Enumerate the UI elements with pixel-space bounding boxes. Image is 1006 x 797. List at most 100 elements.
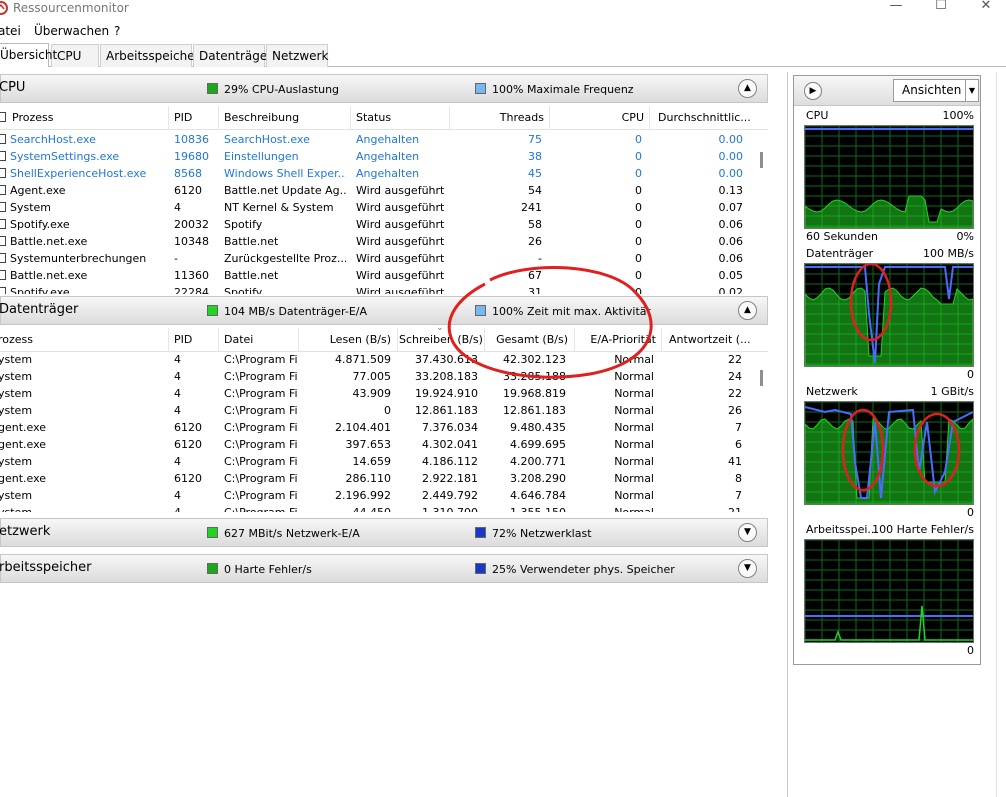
col-disk-read[interactable]: Lesen (B/s)	[300, 333, 391, 346]
close-button[interactable]: ✕	[963, 0, 1006, 16]
tab-memory[interactable]: Arbeitsspeicher	[100, 44, 200, 67]
disk-write: 4.186.112	[422, 455, 478, 468]
process-average-cpu: 0.06	[718, 235, 744, 248]
row-checkbox[interactable]	[0, 219, 6, 229]
cpu-table-scrollbar[interactable]	[758, 130, 766, 294]
window-scrollbar[interactable]	[996, 72, 1006, 797]
disk-read: 43.909	[352, 387, 392, 400]
disk-graph-max: 100 MB/s	[923, 247, 974, 260]
col-cpu[interactable]: CPU	[555, 111, 644, 124]
process-description: SearchHost.exe	[224, 133, 310, 146]
table-row[interactable]: gent.exe 6120 C:\Program Fi... 397.653 4.302…	[0, 436, 756, 453]
table-row[interactable]: ShellExperienceHost.exe 8568 Windows Shell…	[0, 165, 756, 182]
col-disk-file[interactable]: Datei	[224, 333, 253, 346]
process-pid: 10348	[174, 235, 209, 248]
memory-usage-swatch	[475, 563, 486, 574]
disk-process-name: ystem	[0, 387, 33, 400]
row-checkbox[interactable]	[0, 287, 6, 294]
col-threads[interactable]: Threads	[455, 111, 544, 124]
table-row[interactable]: gent.exe 6120 C:\Program Fi... 286.110 2.922…	[0, 470, 756, 487]
tab-network[interactable]: Netzwerk	[266, 44, 328, 67]
cpu-graph-timespan: 60 Sekunden	[806, 230, 878, 243]
menu-bar: atei Überwachen ?	[0, 21, 1006, 41]
tab-cpu[interactable]: CPU	[51, 44, 99, 67]
row-checkbox[interactable]	[0, 134, 6, 144]
table-row[interactable]: Battle.net.exe 10348 Battle.net Wird ausgef…	[0, 233, 756, 250]
cpu-graph-min: 0%	[956, 230, 974, 243]
minimize-button[interactable]: —	[873, 0, 919, 16]
views-label: Ansichten	[902, 83, 962, 97]
disk-table-scrollbar[interactable]	[758, 352, 766, 512]
process-pid: 6120	[174, 184, 202, 197]
table-row[interactable]: ystem 4 C:\Program Fi... 14.659 4.186.112 4.2…	[0, 453, 756, 470]
col-pid[interactable]: PID	[174, 111, 192, 124]
table-row[interactable]: SystemSettings.exe 19680 Einstellungen Ange…	[0, 148, 756, 165]
network-graph	[804, 401, 974, 505]
table-row[interactable]: ystem 4 C:\Program Fi... 2.196.992 2.449.792…	[0, 487, 756, 504]
cpu-collapse-button[interactable]: ▲	[738, 79, 757, 98]
disk-priority: Normal	[614, 421, 654, 434]
app-icon	[0, 1, 8, 15]
disk-read: 44.450	[300, 506, 392, 512]
disk-process-name: ystem	[0, 404, 33, 417]
col-disk-process[interactable]: rozess	[0, 333, 33, 346]
network-expand-button[interactable]: ▼	[738, 523, 757, 542]
disk-response: 22	[728, 353, 742, 366]
table-row[interactable]: gent.exe 6120 C:\Program Fi... 2.104.401 7.3…	[0, 419, 756, 436]
expand-panel-button[interactable]: ▶	[804, 82, 822, 100]
disk-process-pid: 4	[174, 353, 181, 366]
select-all-checkbox[interactable]	[0, 112, 6, 122]
process-status: Wird ausgeführt	[356, 252, 445, 265]
menu-file[interactable]: atei	[0, 24, 21, 38]
cpu-frequency-stat: 100% Maximale Frequenz	[475, 83, 634, 96]
views-dropdown[interactable]: Ansichten ▼	[893, 79, 979, 102]
row-checkbox[interactable]	[0, 202, 6, 212]
process-status: Angehalten	[356, 167, 420, 180]
disk-priority: Normal	[614, 455, 654, 468]
disk-file: C:\Program Fi...	[224, 455, 298, 468]
memory-expand-button[interactable]: ▼	[738, 559, 757, 578]
menu-help[interactable]: ?	[114, 24, 120, 38]
table-row[interactable]: Spotify.exe 20032 Spotify Wird ausgeführt 58…	[0, 216, 756, 233]
disk-io-area	[805, 287, 973, 366]
sort-indicator-icon: ⌃	[396, 104, 404, 111]
col-disk-pid[interactable]: PID	[174, 333, 192, 346]
row-checkbox[interactable]	[0, 185, 6, 195]
disk-process-name: gent.exe	[0, 421, 47, 434]
table-row[interactable]: SearchHost.exe 10836 SearchHost.exe Angehal…	[0, 131, 756, 148]
table-row[interactable]: System 4 NT Kernel & System Wird ausgeführt…	[0, 199, 756, 216]
col-disk-response[interactable]: Antwortzeit (...	[669, 333, 753, 346]
row-checkbox[interactable]	[0, 270, 6, 280]
process-pid: 20032	[174, 218, 209, 231]
process-average-cpu: 0.00	[718, 150, 744, 163]
col-average-cpu[interactable]: Durchschnittlic...	[658, 111, 750, 124]
table-row[interactable]: ystem 4 C:\Program Fi...44.450 1.310.700 1.3…	[0, 504, 756, 512]
network-section-header[interactable]: etzwerk 627 MBit/s Netzwerk-E/A 72% Netz…	[0, 518, 768, 547]
network-graph-min: 0	[967, 506, 974, 519]
disk-collapse-button[interactable]: ▲	[738, 301, 757, 320]
memory-graph-min: 0	[967, 644, 974, 657]
maximize-button[interactable]: ☐	[918, 0, 964, 16]
disk-write: 7.376.034	[422, 421, 478, 434]
disk-priority: Normal	[614, 438, 654, 451]
disk-process-pid: 6120	[174, 438, 202, 451]
row-checkbox[interactable]	[0, 253, 6, 263]
row-checkbox[interactable]	[0, 151, 6, 161]
row-checkbox[interactable]	[0, 236, 6, 246]
memory-section-header[interactable]: rbeitsspeicher 0 Harte Fehler/s 25% Verw…	[0, 554, 768, 583]
table-row[interactable]: ystem 4 C:\Program Fi... 0 12.861.183 12.861.…	[0, 402, 756, 419]
network-graph-title: Netzwerk	[806, 385, 858, 398]
tab-disk[interactable]: Datenträger	[193, 44, 272, 67]
col-process[interactable]: Prozess	[12, 111, 53, 124]
cpu-section-header[interactable]: CPU 29% CPU-Auslastung 100% Maximale Fre…	[0, 74, 768, 103]
tab-overview[interactable]: Übersicht	[0, 43, 57, 67]
process-threads: 58	[528, 218, 542, 231]
row-checkbox[interactable]	[0, 168, 6, 178]
col-status[interactable]: Status	[356, 111, 391, 124]
memory-graph-title: Arbeitsspei...	[806, 523, 878, 536]
col-description[interactable]: Beschreibung	[224, 111, 299, 124]
table-row[interactable]: Agent.exe 6120 Battle.net Update Ag... Wird…	[0, 182, 756, 199]
network-load-stat: 72% Netzwerklast	[475, 527, 592, 540]
process-average-cpu: 0.13	[718, 184, 744, 197]
menu-monitor[interactable]: Überwachen	[34, 24, 109, 38]
